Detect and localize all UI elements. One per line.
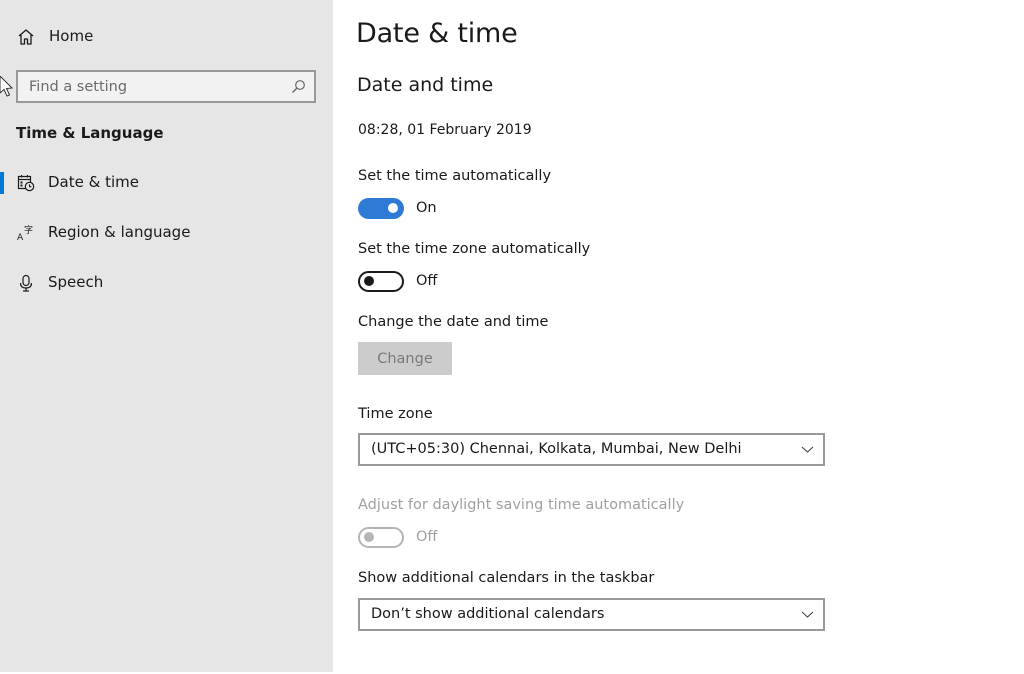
sidebar-item-speech[interactable]: Speech [0, 263, 333, 303]
page-title: Date & time [356, 18, 518, 49]
toggle-knob [364, 276, 374, 286]
toggle-knob [388, 203, 398, 213]
search-icon[interactable] [291, 79, 306, 94]
additional-calendars-dropdown[interactable]: Don’t show additional calendars [358, 598, 825, 631]
section-heading: Date and time [357, 74, 494, 96]
change-datetime-label: Change the date and time [358, 314, 549, 330]
toggle-state-label: Off [416, 529, 438, 545]
time-zone-label: Time zone [358, 406, 433, 422]
toggle-switch[interactable] [358, 270, 404, 292]
section-title: Time & Language [16, 124, 164, 142]
daylight-saving-toggle[interactable]: Off [358, 526, 437, 548]
toggle-knob [364, 532, 374, 542]
chevron-down-icon [801, 611, 814, 618]
set-time-auto-label: Set the time automatically [358, 168, 552, 184]
current-datetime: 08:28, 01 February 2019 [358, 122, 532, 138]
sidebar-item-label: Region & language [48, 223, 191, 241]
selection-indicator [0, 172, 4, 194]
set-time-auto-toggle[interactable]: On [358, 197, 437, 219]
sidebar-item-region-language[interactable]: A 字 Region & language [0, 213, 333, 253]
daylight-saving-label: Adjust for daylight saving time automati… [358, 497, 685, 513]
microphone-icon [19, 274, 33, 292]
calendar-clock-icon [17, 175, 35, 192]
svg-text:A: A [17, 233, 24, 242]
search-box[interactable] [16, 70, 316, 103]
home-icon [18, 29, 34, 45]
sidebar-item-label: Speech [48, 273, 104, 291]
main-content: Date & time Date and time 08:28, 01 Febr… [333, 0, 1024, 674]
change-button[interactable]: Change [358, 342, 452, 375]
sidebar-item-label: Date & time [48, 173, 139, 191]
time-zone-value: (UTC+05:30) Chennai, Kolkata, Mumbai, Ne… [371, 441, 742, 457]
toggle-state-label: Off [416, 273, 438, 289]
nav-home-label: Home [49, 27, 94, 45]
chevron-down-icon [801, 446, 814, 453]
language-icon: A 字 [17, 224, 33, 242]
toggle-state-label: On [416, 200, 437, 216]
set-timezone-auto-toggle[interactable]: Off [358, 270, 437, 292]
sidebar-item-date-time[interactable]: Date & time [0, 163, 333, 203]
svg-text:字: 字 [24, 224, 33, 236]
mouse-cursor-icon [0, 76, 14, 97]
toggle-switch[interactable] [358, 197, 404, 219]
search-input[interactable] [18, 72, 288, 101]
nav-home[interactable]: Home [0, 22, 333, 52]
additional-calendars-label: Show additional calendars in the taskbar [358, 570, 655, 586]
sidebar: Home Time & Language Date & time A 字 Reg… [0, 0, 333, 672]
set-timezone-auto-label: Set the time zone automatically [358, 241, 591, 257]
time-zone-dropdown[interactable]: (UTC+05:30) Chennai, Kolkata, Mumbai, Ne… [358, 433, 825, 466]
toggle-switch[interactable] [358, 526, 404, 548]
additional-calendars-value: Don’t show additional calendars [371, 606, 605, 622]
